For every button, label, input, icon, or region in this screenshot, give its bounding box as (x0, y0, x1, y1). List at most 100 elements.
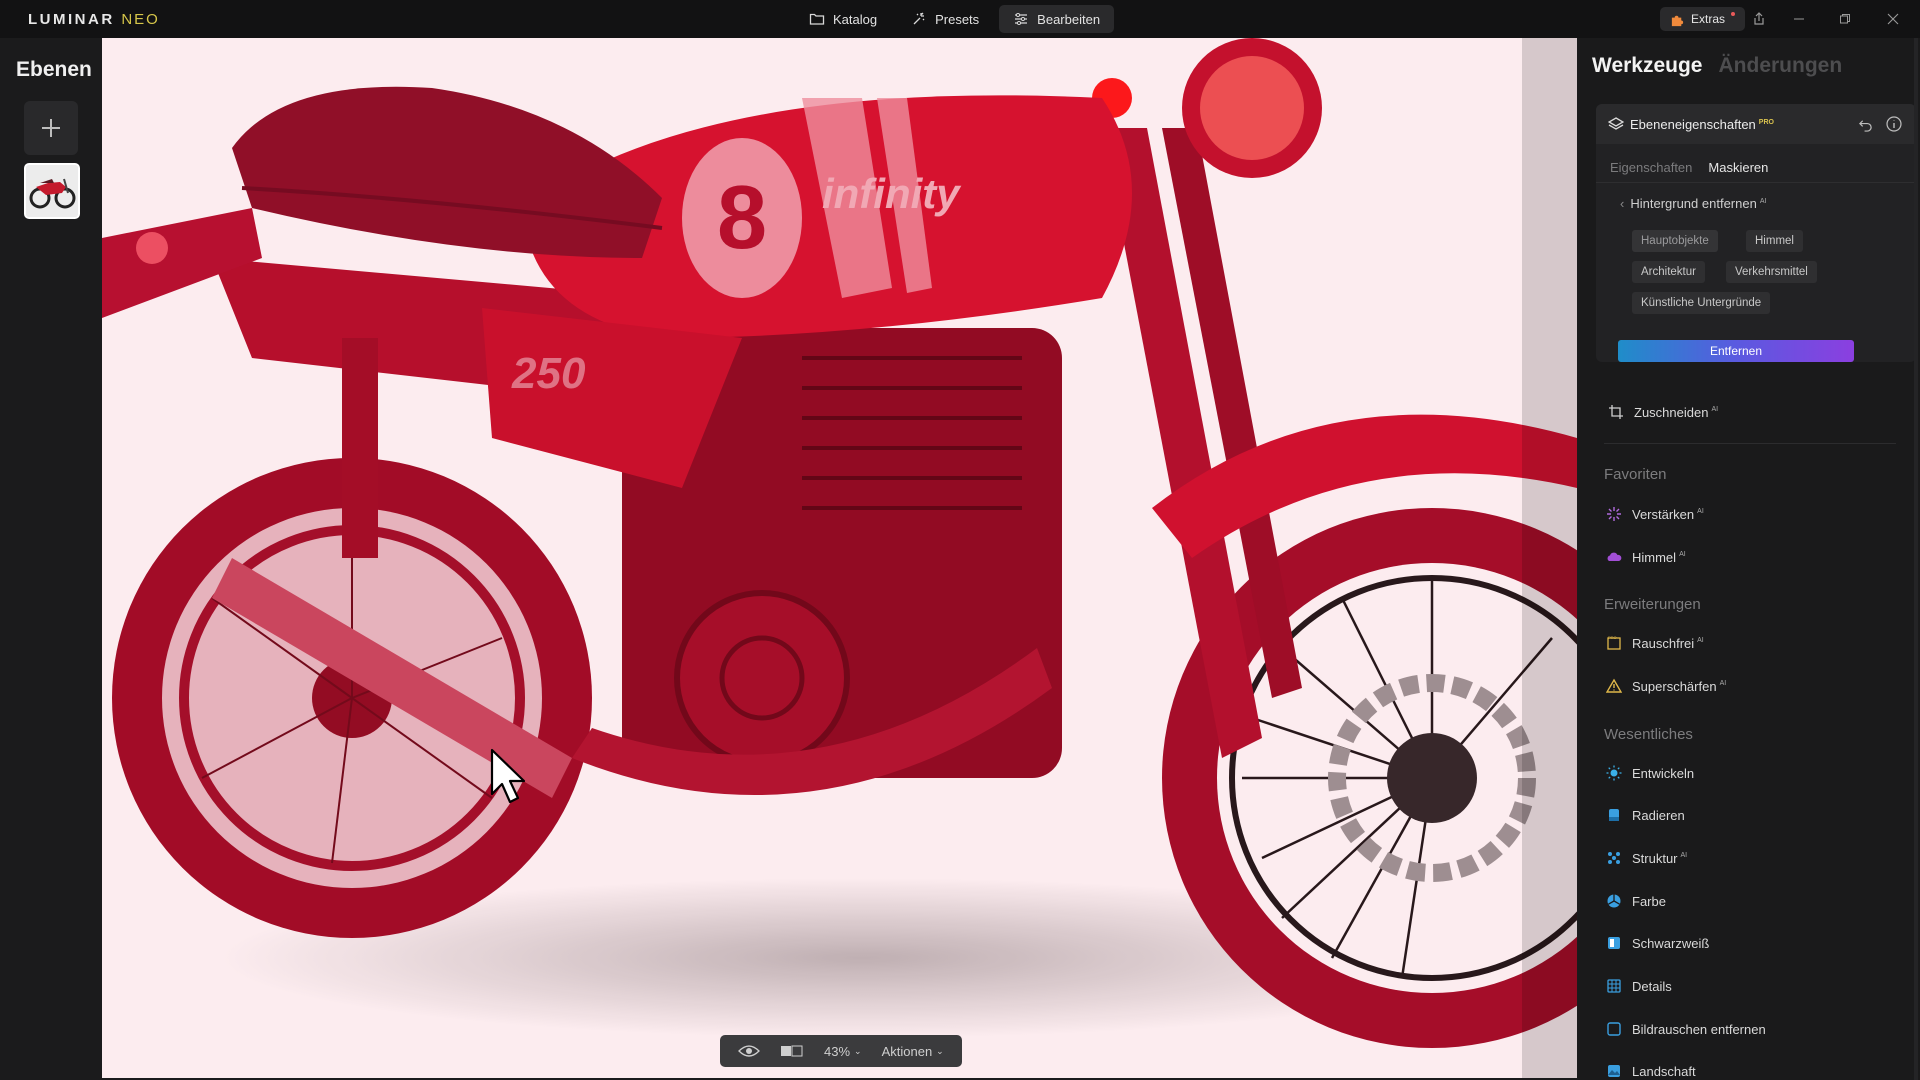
logo-sub: NEO (121, 11, 160, 28)
zoom-value: 43% (824, 1043, 851, 1059)
logo-main: LUMINAR (28, 11, 115, 28)
close-icon[interactable] (1884, 10, 1902, 28)
info-icon[interactable] (1886, 116, 1902, 132)
pro-badge: PRO (1758, 118, 1774, 126)
tool-sky-label: Himmel AI (1632, 550, 1686, 565)
presets-icon (913, 12, 925, 25)
tool-structure-label: Struktur AI (1632, 851, 1687, 866)
chip-sky[interactable]: Himmel (1746, 230, 1803, 252)
layer-properties-header[interactable]: Ebeneneigenschaften PRO (1596, 104, 1916, 144)
tool-sky[interactable]: Himmel AI (1606, 549, 1686, 565)
landscape-icon (1608, 1065, 1620, 1077)
image-canvas[interactable]: 8 infinity 250 (102, 38, 1577, 1078)
zoom-dropdown[interactable]: 43% ⌄ (816, 1044, 870, 1059)
main-nav: Katalog Presets Bearbeiten (795, 5, 1115, 33)
tool-supersharp-label: Superschärfen AI (1632, 679, 1726, 694)
ai-badge: AI (1711, 406, 1719, 414)
undo-icon[interactable] (1858, 117, 1873, 132)
motorcycle-image: 8 infinity 250 (102, 38, 1577, 1078)
tab-tools[interactable]: Werkzeuge (1592, 54, 1703, 78)
tool-landscape[interactable]: Landschaft (1606, 1063, 1696, 1079)
actions-label: Aktionen (881, 1043, 933, 1059)
nav-presets[interactable]: Presets (897, 5, 993, 33)
tool-develop[interactable]: Entwickeln (1606, 765, 1694, 781)
divider (1604, 443, 1896, 444)
tool-details-label: Details (1632, 978, 1672, 994)
sparkle-icon (1607, 507, 1621, 521)
layer-properties-card: Ebeneneigenschaften PRO Eigenschaften Mas… (1596, 104, 1916, 362)
tool-crop[interactable]: Zuschneiden AI (1608, 404, 1718, 420)
tool-landscape-label: Landschaft (1632, 1063, 1696, 1079)
nav-bearbeiten-label: Bearbeiten (1037, 11, 1101, 27)
tool-enhance-label: Verstärken AI (1632, 507, 1704, 522)
tool-color[interactable]: Farbe (1606, 893, 1666, 909)
tool-erase[interactable]: Radieren (1606, 807, 1685, 823)
tool-supersharp[interactable]: Superschärfen AI (1606, 678, 1726, 694)
chip-main-subjects[interactable]: Hauptobjekte (1632, 230, 1718, 252)
share-icon[interactable] (1750, 10, 1768, 28)
eye-icon[interactable] (730, 1044, 768, 1058)
compare-icon[interactable] (772, 1044, 812, 1058)
tools-panel: Werkzeuge Änderungen Ebeneneigenschaften… (1578, 38, 1920, 1080)
layer-properties-title: Ebeneneigenschaften PRO (1630, 117, 1774, 132)
section-favorites: Favoriten (1604, 466, 1667, 483)
details-icon (1607, 979, 1621, 993)
top-bar: LUMINAR NEO Katalog Presets Bearbeiten E… (0, 0, 1920, 38)
section-essentials: Wesentliches (1604, 726, 1693, 743)
nav-bearbeiten[interactable]: Bearbeiten (999, 5, 1115, 33)
chip-architecture[interactable]: Architektur (1632, 261, 1705, 283)
chip-transport[interactable]: Verkehrsmittel (1726, 261, 1817, 283)
tool-develop-label: Entwickeln (1632, 765, 1695, 781)
tool-details[interactable]: Details (1606, 978, 1672, 994)
black-white-icon (1608, 937, 1620, 949)
notification-dot (1731, 12, 1736, 16)
tool-noiseless[interactable]: PRO Rauschfrei AI (1606, 635, 1704, 651)
scrollbar[interactable] (1914, 38, 1918, 1080)
tool-structure[interactable]: Struktur AI (1606, 850, 1687, 866)
svg-text:PRO: PRO (1608, 635, 1617, 640)
section-extensions: Erweiterungen (1604, 596, 1701, 613)
crop-icon (1609, 405, 1623, 419)
ai-badge: AI (1679, 551, 1686, 559)
supersharp-text: Superschärfen (1632, 678, 1717, 694)
crop-text: Zuschneiden (1634, 404, 1709, 420)
sliders-icon (1015, 13, 1028, 25)
sun-icon (1606, 765, 1622, 781)
tool-crop-label: Zuschneiden AI (1634, 405, 1718, 420)
nav-katalog[interactable]: Katalog (795, 5, 891, 33)
nav-katalog-label: Katalog (833, 11, 878, 27)
add-layer-button[interactable] (24, 101, 78, 155)
canvas-toolbar: 43% ⌄ Aktionen ⌄ (720, 1035, 962, 1067)
properties-subtabs: Eigenschaften Maskieren (1610, 160, 1768, 175)
layer-thumbnail[interactable] (24, 163, 80, 219)
remove-background-header[interactable]: ‹ Hintergrund entfernen AI (1620, 196, 1766, 211)
app-logo: LUMINAR NEO (28, 11, 160, 28)
tab-changes[interactable]: Änderungen (1719, 54, 1843, 78)
minimize-icon[interactable] (1790, 10, 1808, 28)
chip-artificial-ground[interactable]: Künstliche Untergründe (1632, 292, 1771, 314)
tool-black-white[interactable]: Schwarzweiß (1606, 935, 1709, 951)
tool-color-label: Farbe (1632, 893, 1666, 909)
extras-button[interactable]: Extras (1660, 7, 1746, 31)
extras-label: Extras (1691, 12, 1726, 26)
chevron-down-icon: ⌄ (936, 1045, 944, 1056)
divider (1596, 182, 1916, 183)
tool-denoise-label: Bildrauschen entfernen (1632, 1021, 1766, 1037)
noiseless-icon: PRO (1607, 635, 1621, 650)
panel-tabs: Werkzeuge Änderungen (1592, 54, 1842, 78)
tab-masking[interactable]: Maskieren (1708, 160, 1768, 175)
tool-denoise[interactable]: Bildrauschen entfernen (1606, 1021, 1766, 1037)
ai-badge: AI (1759, 197, 1767, 205)
sky-text: Himmel (1632, 549, 1677, 565)
layer-properties-label: Ebeneneigenschaften (1630, 117, 1756, 132)
remove-button[interactable]: Entfernen (1618, 340, 1854, 362)
ai-badge: AI (1719, 680, 1727, 688)
actions-dropdown[interactable]: Aktionen ⌄ (874, 1044, 952, 1059)
eraser-icon (1609, 809, 1619, 821)
tab-properties[interactable]: Eigenschaften (1610, 160, 1692, 175)
restore-icon[interactable] (1836, 10, 1854, 28)
layers-title: Ebenen (16, 58, 92, 81)
tool-enhance[interactable]: Verstärken AI (1606, 506, 1704, 522)
puzzle-icon (1671, 15, 1684, 26)
remove-background-title: Hintergrund entfernen (1630, 196, 1757, 211)
